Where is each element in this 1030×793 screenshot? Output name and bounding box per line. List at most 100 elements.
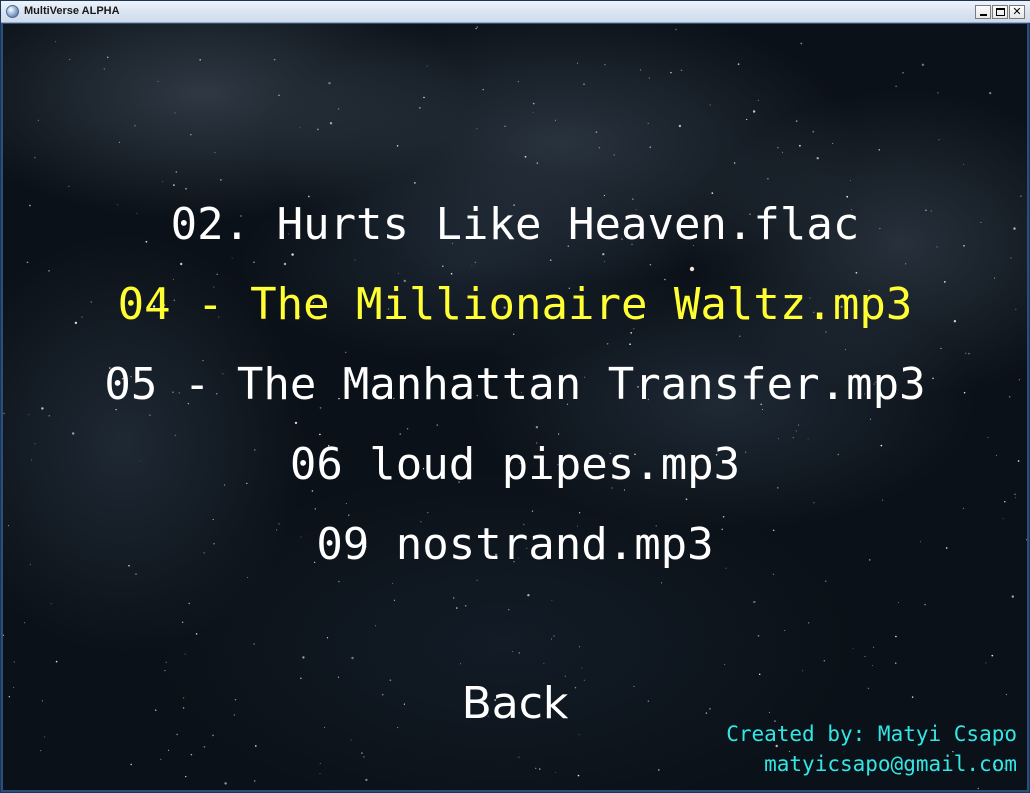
star (344, 351, 347, 354)
star (902, 71, 904, 74)
star (26, 261, 29, 264)
star (724, 663, 726, 665)
star (471, 265, 473, 266)
star (398, 272, 400, 274)
star (825, 580, 827, 582)
star (678, 124, 682, 128)
track-item[interactable]: 02. Hurts Like Heaven.flac (3, 199, 1027, 251)
star (675, 28, 677, 31)
star (882, 499, 884, 501)
star (68, 185, 70, 187)
star (846, 195, 849, 198)
star (44, 736, 46, 738)
star (13, 661, 15, 663)
star (427, 511, 429, 514)
star (319, 763, 321, 765)
maximize-icon (996, 8, 1005, 16)
star (328, 82, 331, 85)
star (406, 428, 409, 430)
star (184, 653, 186, 655)
star (450, 272, 453, 275)
track-item-selected[interactable]: 04 - The Millionaire Waltz.mp3 (3, 279, 1027, 331)
star (214, 152, 216, 154)
star (190, 134, 192, 136)
minimize-button[interactable] (975, 5, 991, 19)
star (989, 91, 992, 95)
star (55, 41, 57, 43)
star (746, 118, 748, 121)
close-button[interactable]: ✕ (1009, 5, 1025, 19)
star (640, 69, 642, 71)
star (524, 155, 527, 158)
title-bar[interactable]: MultiVerse ALPHA ✕ (1, 1, 1030, 23)
star (348, 514, 350, 516)
star (536, 162, 539, 164)
star (604, 64, 606, 66)
star (852, 647, 854, 649)
star (535, 767, 537, 769)
star (319, 773, 321, 774)
star (808, 622, 810, 624)
star (583, 83, 585, 85)
star (816, 157, 819, 160)
star (781, 151, 783, 153)
star (511, 651, 513, 652)
star (940, 347, 942, 350)
star (176, 733, 178, 736)
star (48, 414, 51, 417)
star (273, 58, 276, 61)
star (551, 599, 553, 601)
star (302, 656, 305, 659)
star (329, 122, 333, 125)
star (564, 675, 566, 677)
star (107, 56, 109, 58)
star (517, 81, 519, 83)
star (921, 63, 925, 66)
star (24, 622, 26, 624)
star (535, 426, 539, 429)
star (396, 145, 399, 147)
star (962, 507, 965, 509)
star (414, 182, 416, 184)
track-item[interactable]: 09 nostrand.mp3 (3, 519, 1027, 571)
star (777, 146, 779, 149)
star (758, 673, 761, 675)
star (531, 510, 534, 512)
star (1004, 501, 1006, 503)
star (55, 660, 58, 663)
star (69, 58, 71, 60)
star (576, 62, 578, 64)
star (581, 667, 583, 669)
star (799, 144, 801, 147)
star (456, 607, 458, 609)
star (130, 763, 133, 766)
maximize-button[interactable] (992, 5, 1008, 19)
star (319, 433, 321, 436)
star (419, 107, 421, 109)
star (48, 270, 50, 272)
star (613, 154, 615, 156)
star (532, 111, 534, 113)
star (987, 436, 989, 438)
star (291, 253, 294, 256)
star (670, 71, 672, 74)
star (539, 768, 541, 770)
star (557, 433, 560, 435)
star (216, 273, 218, 276)
star (648, 77, 650, 79)
star (224, 782, 227, 785)
star (337, 108, 340, 110)
credits-author: Created by: Matyi Csapo (726, 722, 1017, 746)
track-item[interactable]: 05 - The Manhattan Transfer.mp3 (3, 359, 1027, 411)
star (985, 662, 987, 664)
star (798, 424, 800, 426)
app-globe-icon[interactable] (6, 5, 19, 18)
star (553, 635, 555, 637)
star (543, 662, 545, 664)
star (174, 434, 176, 436)
track-item[interactable]: 06 loud pipes.mp3 (3, 439, 1027, 491)
star (338, 580, 340, 583)
star (254, 745, 257, 747)
star (1015, 497, 1017, 499)
star (595, 131, 598, 133)
